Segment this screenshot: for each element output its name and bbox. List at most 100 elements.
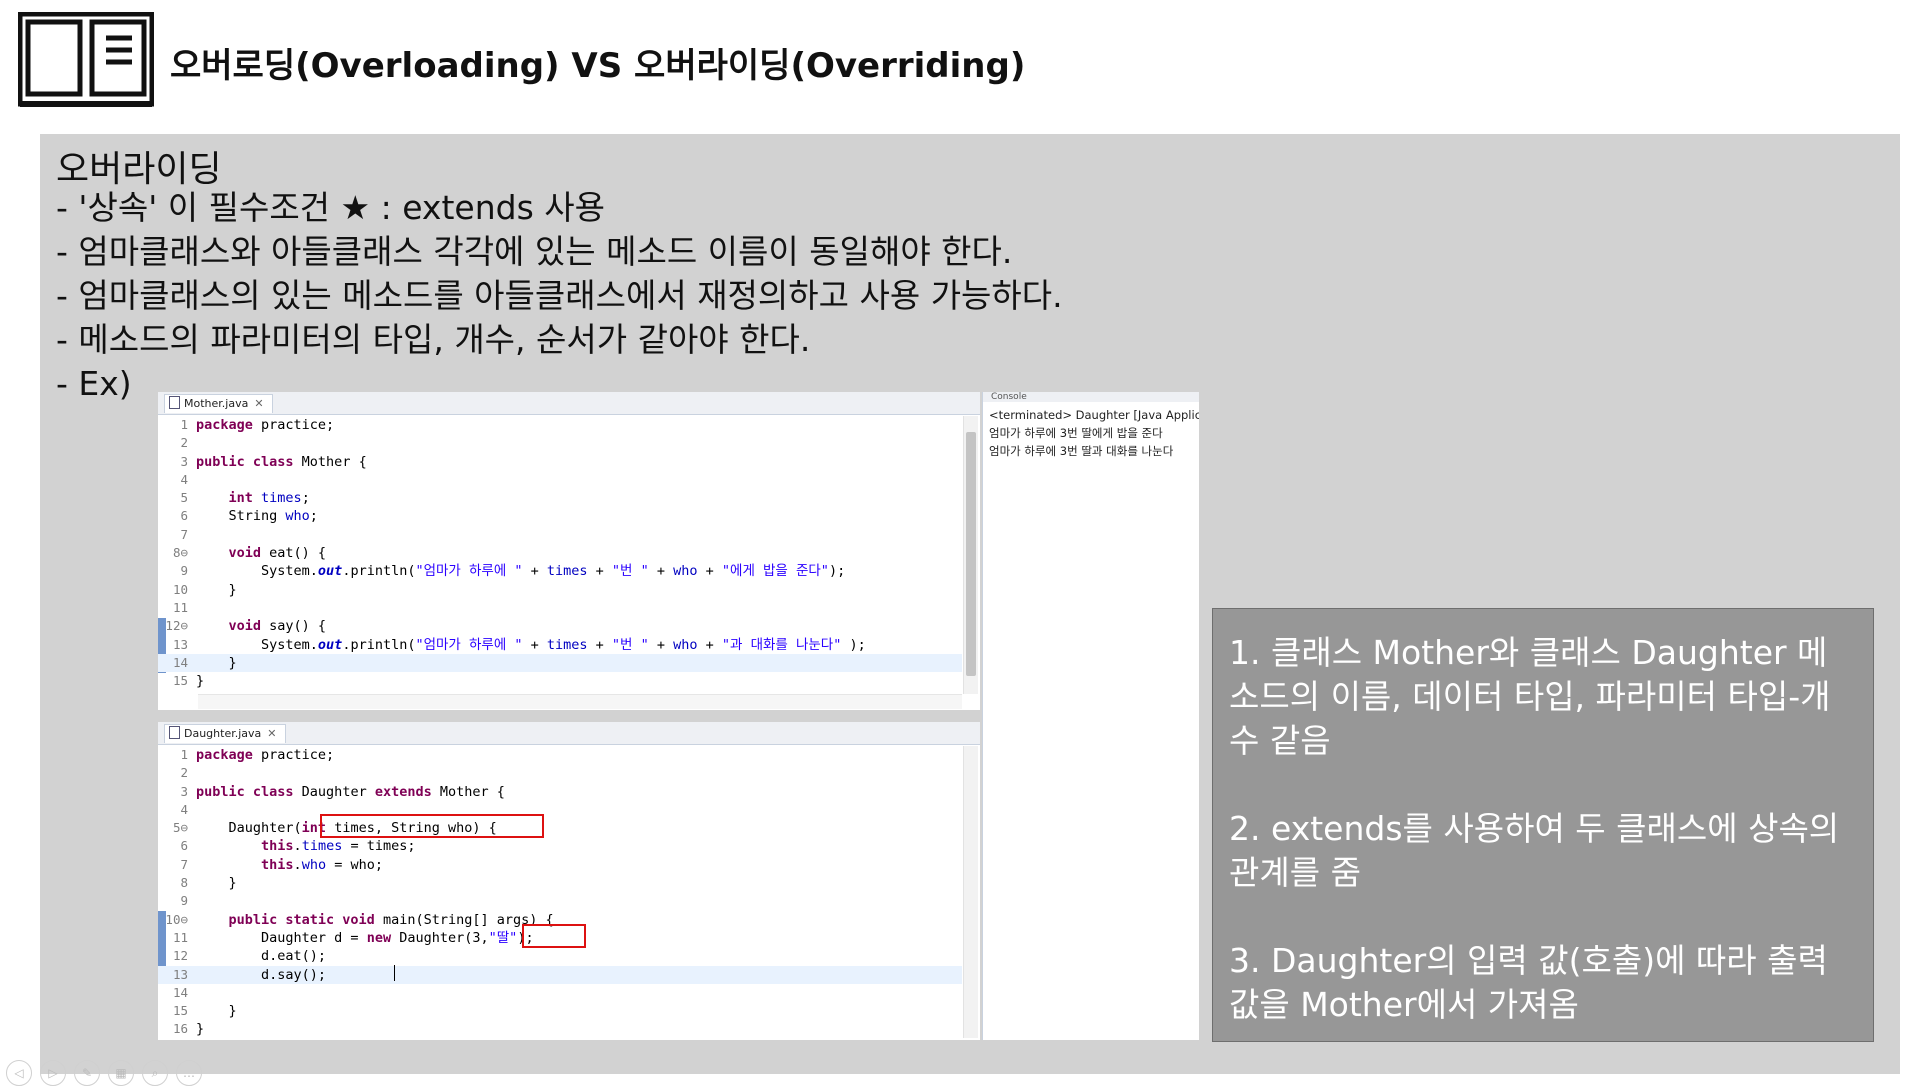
line-number: 13	[172, 636, 188, 652]
line-number: 15	[172, 673, 188, 689]
code-line[interactable]: 5⊖ Daughter(int times, String who) {	[158, 819, 962, 837]
bullet-item: - 엄마클래스의 있는 메소드를 아들클래스에서 재정의하고 사용 가능하다.	[56, 276, 1063, 315]
line-number: 12⊖	[165, 618, 188, 634]
line-number: 4	[180, 471, 188, 487]
code-line[interactable]: 12⊖ void say() {	[158, 617, 962, 635]
text-cursor	[394, 965, 395, 981]
code-line[interactable]: 8 }	[158, 874, 962, 892]
console-output-line: 엄마가 하루에 3번 딸과 대화를 나눈다	[989, 444, 1174, 458]
code-line[interactable]: 5 int times;	[158, 489, 962, 507]
line-number: 14	[172, 654, 188, 670]
constructor-args-highlight	[522, 924, 586, 948]
code-line[interactable]: 10 }	[158, 581, 962, 599]
code-line[interactable]: 7	[158, 526, 962, 544]
scrollbar-thumb[interactable]	[966, 432, 976, 676]
horizontal-scrollbar[interactable]	[198, 694, 962, 709]
code-line[interactable]: 13 d.say();	[158, 965, 962, 984]
code-text: this.who = who;	[261, 856, 383, 873]
vertical-scrollbar[interactable]	[963, 416, 978, 694]
code-line[interactable]: 4	[158, 801, 962, 819]
code-line[interactable]: 3 public class Mother {	[158, 453, 962, 471]
code-line[interactable]: 1 package practice;	[158, 746, 962, 764]
code-text: d.eat();	[196, 948, 327, 965]
line-number: 11	[172, 929, 188, 945]
code-line[interactable]: 2	[158, 434, 962, 452]
code-line[interactable]: 11	[158, 599, 962, 617]
code-line[interactable]: 4	[158, 471, 962, 489]
code-text: }	[196, 1003, 237, 1020]
slide-title: 오버로딩(Overloading) VS 오버라이딩(Overriding)	[170, 46, 1026, 86]
line-number: 6	[180, 838, 188, 854]
line-number: 7	[180, 526, 188, 542]
book-icon	[18, 12, 154, 107]
code-line[interactable]: 15 }	[158, 1002, 962, 1020]
tab-mother-java[interactable]: Mother.java ✕	[164, 394, 273, 413]
code-text: d.say();	[196, 966, 327, 983]
code-text: public class Mother {	[196, 453, 367, 470]
code-area[interactable]: 1 package practice; 2 3 public class Daughte…	[158, 746, 962, 1039]
code-line[interactable]: 14	[158, 984, 962, 1002]
code-text: package practice;	[196, 417, 335, 433]
player-controls: ◁ ▷ ✎ ▦ ⌕ …	[6, 1060, 210, 1086]
code-text: System.out.println("엄마가 하루에 " + times + …	[196, 636, 866, 653]
line-number: 8	[180, 875, 188, 891]
code-text: }	[196, 654, 237, 671]
line-number: 12	[172, 948, 188, 964]
line-number: 6	[180, 508, 188, 524]
code-line[interactable]: 8⊖ void eat() {	[158, 544, 962, 562]
explanation-box: 1. 클래스 Mother와 클래스 Daughter 메소드의 이름, 데이터…	[1212, 608, 1874, 1042]
tab-label: Mother.java	[184, 397, 249, 410]
close-icon[interactable]: ✕	[254, 397, 263, 410]
code-text: void say() {	[228, 618, 327, 635]
player-pen-icon[interactable]: ✎	[74, 1060, 100, 1086]
code-line[interactable]: 12 d.eat();	[158, 947, 962, 965]
code-text: }	[196, 1021, 205, 1038]
line-number: 1	[180, 747, 188, 762]
code-line[interactable]: 3 public class Daughter extends Mother {	[158, 783, 962, 801]
code-text: this.times = times;	[261, 838, 416, 855]
code-line[interactable]: 2	[158, 764, 962, 782]
line-number: 14	[172, 984, 188, 1000]
code-line[interactable]: 14 }	[158, 653, 962, 673]
code-text: public static void main(String[] args) {	[228, 911, 554, 928]
line-number: 9	[180, 893, 188, 909]
code-line[interactable]: 13 System.out.println("엄마가 하루에 " + times…	[158, 636, 962, 654]
player-zoom-icon[interactable]: ⌕	[142, 1060, 168, 1086]
code-text: System.out.println("엄마가 하루에 " + times + …	[196, 563, 846, 580]
code-line[interactable]: 6 String who;	[158, 507, 962, 525]
console-view[interactable]: Console <terminated> Daughter [Java Appl…	[982, 392, 1199, 1040]
explanation-item: 1. 클래스 Mother와 클래스 Daughter 메소드의 이름, 데이터…	[1229, 633, 1831, 760]
code-text: Daughter d = new Daughter(3,"딸");	[196, 929, 534, 946]
editor-tabbar: Mother.java ✕	[158, 392, 980, 415]
tab-daughter-java[interactable]: Daughter.java ✕	[164, 724, 286, 743]
bullet-item: - '상속' 이 필수조건 ★ : extends 사용	[56, 188, 605, 227]
vertical-scrollbar[interactable]	[963, 746, 978, 1038]
code-line[interactable]: 7 this.who = who;	[158, 856, 962, 874]
code-line[interactable]: 9 System.out.println("엄마가 하루에 " + times …	[158, 562, 962, 580]
code-text: }	[196, 875, 237, 892]
line-number: 4	[180, 801, 188, 817]
code-line[interactable]: 9	[158, 892, 962, 910]
line-number: 7	[180, 856, 188, 872]
mother-editor[interactable]: Mother.java ✕ 1 package practice; 2 3 public …	[158, 392, 980, 710]
close-icon[interactable]: ✕	[267, 727, 276, 740]
player-more-icon[interactable]: …	[176, 1060, 202, 1086]
line-number: 8⊖	[172, 545, 188, 561]
code-text: int times;	[228, 490, 310, 507]
code-line[interactable]: 1 package practice;	[158, 416, 962, 434]
console-tab[interactable]: Console	[983, 392, 1199, 402]
code-line[interactable]: 16}	[158, 1020, 962, 1038]
player-play-icon[interactable]: ▷	[40, 1060, 66, 1086]
code-line[interactable]: 15}	[158, 672, 962, 690]
line-number: 5⊖	[172, 820, 188, 836]
bullet-list: - '상속' 이 필수조건 ★ : extends 사용 - 엄마클래스와 아들…	[56, 186, 1063, 406]
console-status: <terminated> Daughter [Java Application]	[989, 408, 1199, 422]
line-number: 9	[180, 563, 188, 579]
code-line[interactable]: 6 this.times = times;	[158, 837, 962, 855]
player-grid-icon[interactable]: ▦	[108, 1060, 134, 1086]
bullet-item: - 엄마클래스와 아들클래스 각각에 있는 메소드 이름이 동일해야 한다.	[56, 232, 1013, 271]
line-number: 1	[180, 417, 188, 432]
daughter-editor[interactable]: Daughter.java ✕ 1 package practice; 2 3 publi…	[158, 722, 980, 1040]
player-prev-icon[interactable]: ◁	[6, 1060, 32, 1086]
code-area[interactable]: 1 package practice; 2 3 public class Mother …	[158, 416, 962, 690]
